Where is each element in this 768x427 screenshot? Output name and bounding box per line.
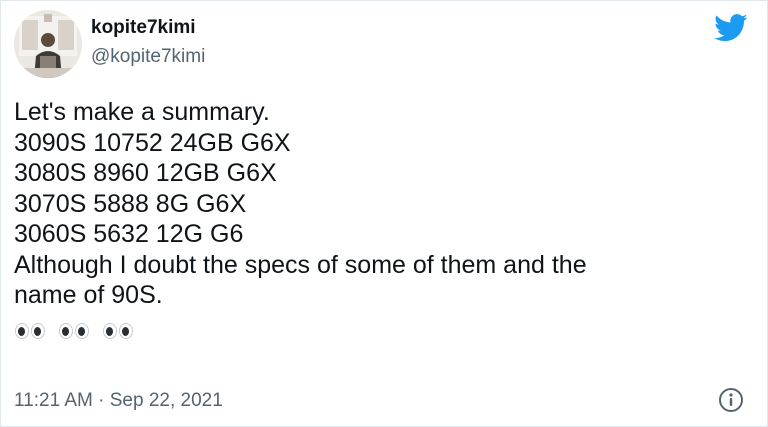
- tweet-line: name of 90S.: [14, 281, 163, 309]
- twitter-bird-icon[interactable]: [714, 14, 748, 42]
- info-icon[interactable]: [718, 387, 744, 413]
- tweet-line: 3060S 5632 12G G6: [14, 220, 244, 248]
- display-name[interactable]: kopite7kimi: [91, 16, 205, 40]
- handle[interactable]: @kopite7kimi: [91, 44, 205, 70]
- tweet-line: 3070S 5888 8G G6X: [14, 189, 247, 218]
- avatar[interactable]: [14, 10, 82, 78]
- tweet-card: kopite7kimi @kopite7kimi Let's make a su…: [0, 0, 768, 427]
- eyes-emoji-icon: [102, 320, 137, 340]
- tweet-header: kopite7kimi @kopite7kimi: [14, 10, 756, 80]
- profile-photo-icon: [14, 10, 82, 78]
- tweet-body: Let's make a summary. 3090S 10752 24GB G…: [14, 97, 754, 344]
- tweet-footer: 11:21 AM · Sep 22, 2021: [14, 386, 756, 416]
- timestamp[interactable]: 11:21 AM · Sep 22, 2021: [14, 389, 223, 413]
- eyes-emoji-icon: [58, 320, 93, 340]
- emoji-row: [14, 314, 754, 344]
- tweet-line: 3090S 10752 24GB G6X: [14, 128, 291, 157]
- tweet-line: 3080S 8960 12GB G6X: [14, 159, 277, 187]
- author-names: kopite7kimi @kopite7kimi: [91, 16, 205, 70]
- tweet-line: Let's make a summary.: [14, 98, 270, 126]
- tweet-line: Although I doubt the specs of some of th…: [14, 250, 587, 279]
- eyes-emoji-icon: [14, 320, 49, 340]
